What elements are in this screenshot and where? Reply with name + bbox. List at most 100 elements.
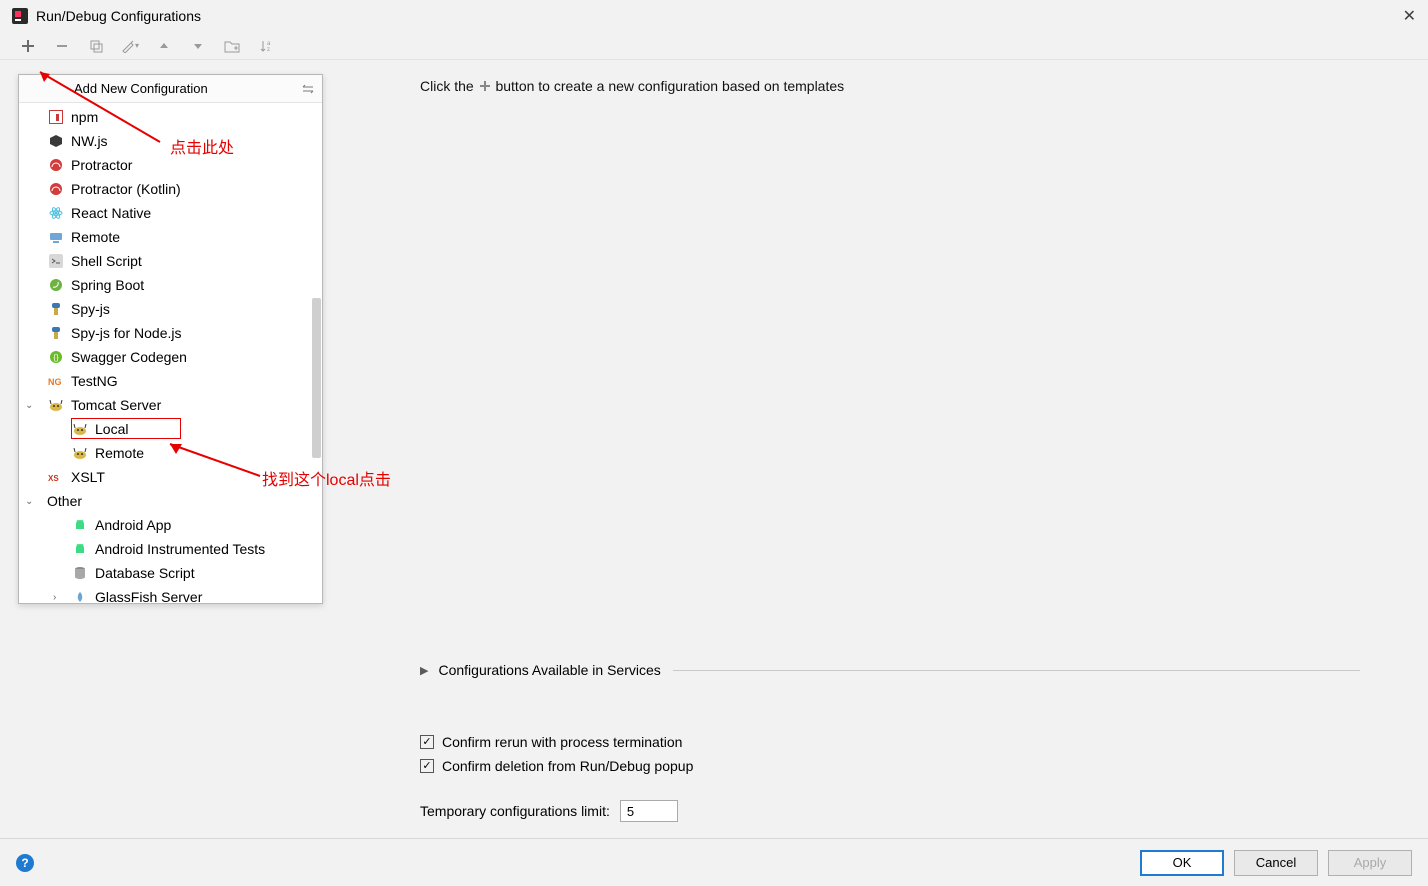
config-item-label: Tomcat Server <box>71 397 161 413</box>
svg-text:{}: {} <box>53 353 59 362</box>
config-item-spy-js[interactable]: Spy-js <box>19 297 322 321</box>
config-item-local[interactable]: Local <box>19 417 322 441</box>
testng-icon: NG <box>47 373 65 389</box>
help-button[interactable]: ? <box>16 854 34 872</box>
config-item-label: Other <box>47 493 82 509</box>
remove-config-button[interactable] <box>52 36 72 56</box>
temp-limit-row: Temporary configurations limit: <box>420 800 678 822</box>
move-down-button[interactable] <box>188 36 208 56</box>
cancel-button[interactable]: Cancel <box>1234 850 1318 876</box>
services-expander[interactable]: ▶ Configurations Available in Services <box>420 662 1360 678</box>
window-title: Run/Debug Configurations <box>36 8 1403 24</box>
checkbox-checked-icon: ✓ <box>420 759 434 773</box>
config-item-label: React Native <box>71 205 151 221</box>
body: Add New Configuration npm NW.js Protractor… <box>0 60 1428 838</box>
config-item-label: Spy-js for Node.js <box>71 325 181 341</box>
button-bar: OK Cancel Apply <box>1140 850 1412 876</box>
tomcat-icon <box>71 421 89 437</box>
shell-icon <box>47 253 65 269</box>
config-item-glassfish-server[interactable]: ›GlassFish Server <box>19 585 322 603</box>
config-item-remote[interactable]: Remote <box>19 225 322 249</box>
config-item-xslt[interactable]: XS XSLT <box>19 465 322 489</box>
config-item-android-app[interactable]: Android App <box>19 513 322 537</box>
config-item-npm[interactable]: npm <box>19 105 322 129</box>
config-item-label: Spring Boot <box>71 277 144 293</box>
chevron-right-icon: › <box>53 592 65 603</box>
expander-label: Configurations Available in Services <box>438 662 660 678</box>
copy-config-button[interactable] <box>86 36 106 56</box>
settings-button[interactable]: ▾ <box>120 36 140 56</box>
config-item-label: Database Script <box>95 565 195 581</box>
chevron-right-icon: ▶ <box>420 664 428 677</box>
spring-icon <box>47 277 65 293</box>
npm-icon <box>47 109 65 125</box>
footer: ? OK Cancel Apply <box>0 838 1428 886</box>
left-panel: Add New Configuration npm NW.js Protractor… <box>0 60 420 838</box>
config-item-nw-js[interactable]: NW.js <box>19 129 322 153</box>
android-icon <box>71 541 89 557</box>
confirm-delete-checkbox[interactable]: ✓ Confirm deletion from Run/Debug popup <box>420 754 693 778</box>
apply-button[interactable]: Apply <box>1328 850 1412 876</box>
protractor-icon <box>47 181 65 197</box>
spyjs-icon <box>47 301 65 317</box>
right-panel: Click the button to create a new configu… <box>420 60 1428 838</box>
swagger-icon: {} <box>47 349 65 365</box>
checkbox-group: ✓ Confirm rerun with process termination… <box>420 730 693 778</box>
nwjs-icon <box>47 133 65 149</box>
move-up-button[interactable] <box>154 36 174 56</box>
folder-button[interactable] <box>222 36 242 56</box>
config-item-tomcat-server[interactable]: ⌄Tomcat Server <box>19 393 322 417</box>
config-item-protractor[interactable]: Protractor <box>19 153 322 177</box>
spyjs-icon <box>47 325 65 341</box>
ok-button[interactable]: OK <box>1140 850 1224 876</box>
xslt-icon: XS <box>47 469 65 485</box>
confirm-delete-label: Confirm deletion from Run/Debug popup <box>442 758 693 774</box>
config-item-label: Shell Script <box>71 253 142 269</box>
config-item-label: Remote <box>71 229 120 245</box>
toolbar: ▾ az <box>0 32 1428 60</box>
sort-button[interactable]: az <box>256 36 276 56</box>
config-item-swagger-codegen[interactable]: {} Swagger Codegen <box>19 345 322 369</box>
confirm-rerun-label: Confirm rerun with process termination <box>442 734 682 750</box>
dropdown-title: Add New Configuration <box>74 81 208 96</box>
close-icon[interactable]: ✕ <box>1403 6 1416 26</box>
config-item-other[interactable]: ⌄ Other <box>19 489 322 513</box>
add-config-dropdown: Add New Configuration npm NW.js Protractor… <box>18 74 323 604</box>
hint-post: button to create a new configuration bas… <box>495 78 844 94</box>
app-icon <box>12 8 28 24</box>
main-hint: Click the button to create a new configu… <box>420 78 1418 94</box>
confirm-rerun-checkbox[interactable]: ✓ Confirm rerun with process termination <box>420 730 693 754</box>
plus-icon <box>478 79 492 93</box>
add-config-button[interactable] <box>18 36 38 56</box>
titlebar: Run/Debug Configurations ✕ <box>0 0 1428 32</box>
android-icon <box>71 517 89 533</box>
config-item-label: Swagger Codegen <box>71 349 187 365</box>
limit-input[interactable] <box>620 800 678 822</box>
config-item-shell-script[interactable]: Shell Script <box>19 249 322 273</box>
config-item-spring-boot[interactable]: Spring Boot <box>19 273 322 297</box>
config-item-testng[interactable]: NGTestNG <box>19 369 322 393</box>
config-item-remote[interactable]: Remote <box>19 441 322 465</box>
hint-pre: Click the <box>420 78 478 94</box>
config-item-label: Spy-js <box>71 301 110 317</box>
config-item-android-instrumented-tests[interactable]: Android Instrumented Tests <box>19 537 322 561</box>
chevron-down-icon: ⌄ <box>25 496 37 507</box>
remote-icon <box>47 229 65 245</box>
react-icon <box>47 205 65 221</box>
config-item-label: XSLT <box>71 469 105 485</box>
limit-label: Temporary configurations limit: <box>420 803 610 819</box>
glassfish-icon <box>71 589 89 603</box>
config-item-react-native[interactable]: React Native <box>19 201 322 225</box>
config-item-label: Local <box>95 421 128 437</box>
config-item-spy-js-for-node-js[interactable]: Spy-js for Node.js <box>19 321 322 345</box>
svg-text:NG: NG <box>48 377 62 387</box>
config-item-label: NW.js <box>71 133 108 149</box>
sort-toggle-icon[interactable] <box>302 83 314 95</box>
config-item-database-script[interactable]: Database Script <box>19 561 322 585</box>
config-item-label: Protractor (Kotlin) <box>71 181 181 197</box>
svg-text:XS: XS <box>48 474 59 483</box>
config-item-protractor-kotlin-[interactable]: Protractor (Kotlin) <box>19 177 322 201</box>
config-item-label: Android App <box>95 517 171 533</box>
checkbox-checked-icon: ✓ <box>420 735 434 749</box>
config-tree[interactable]: npm NW.js Protractor Protractor (Kotlin) Rea… <box>19 103 322 603</box>
